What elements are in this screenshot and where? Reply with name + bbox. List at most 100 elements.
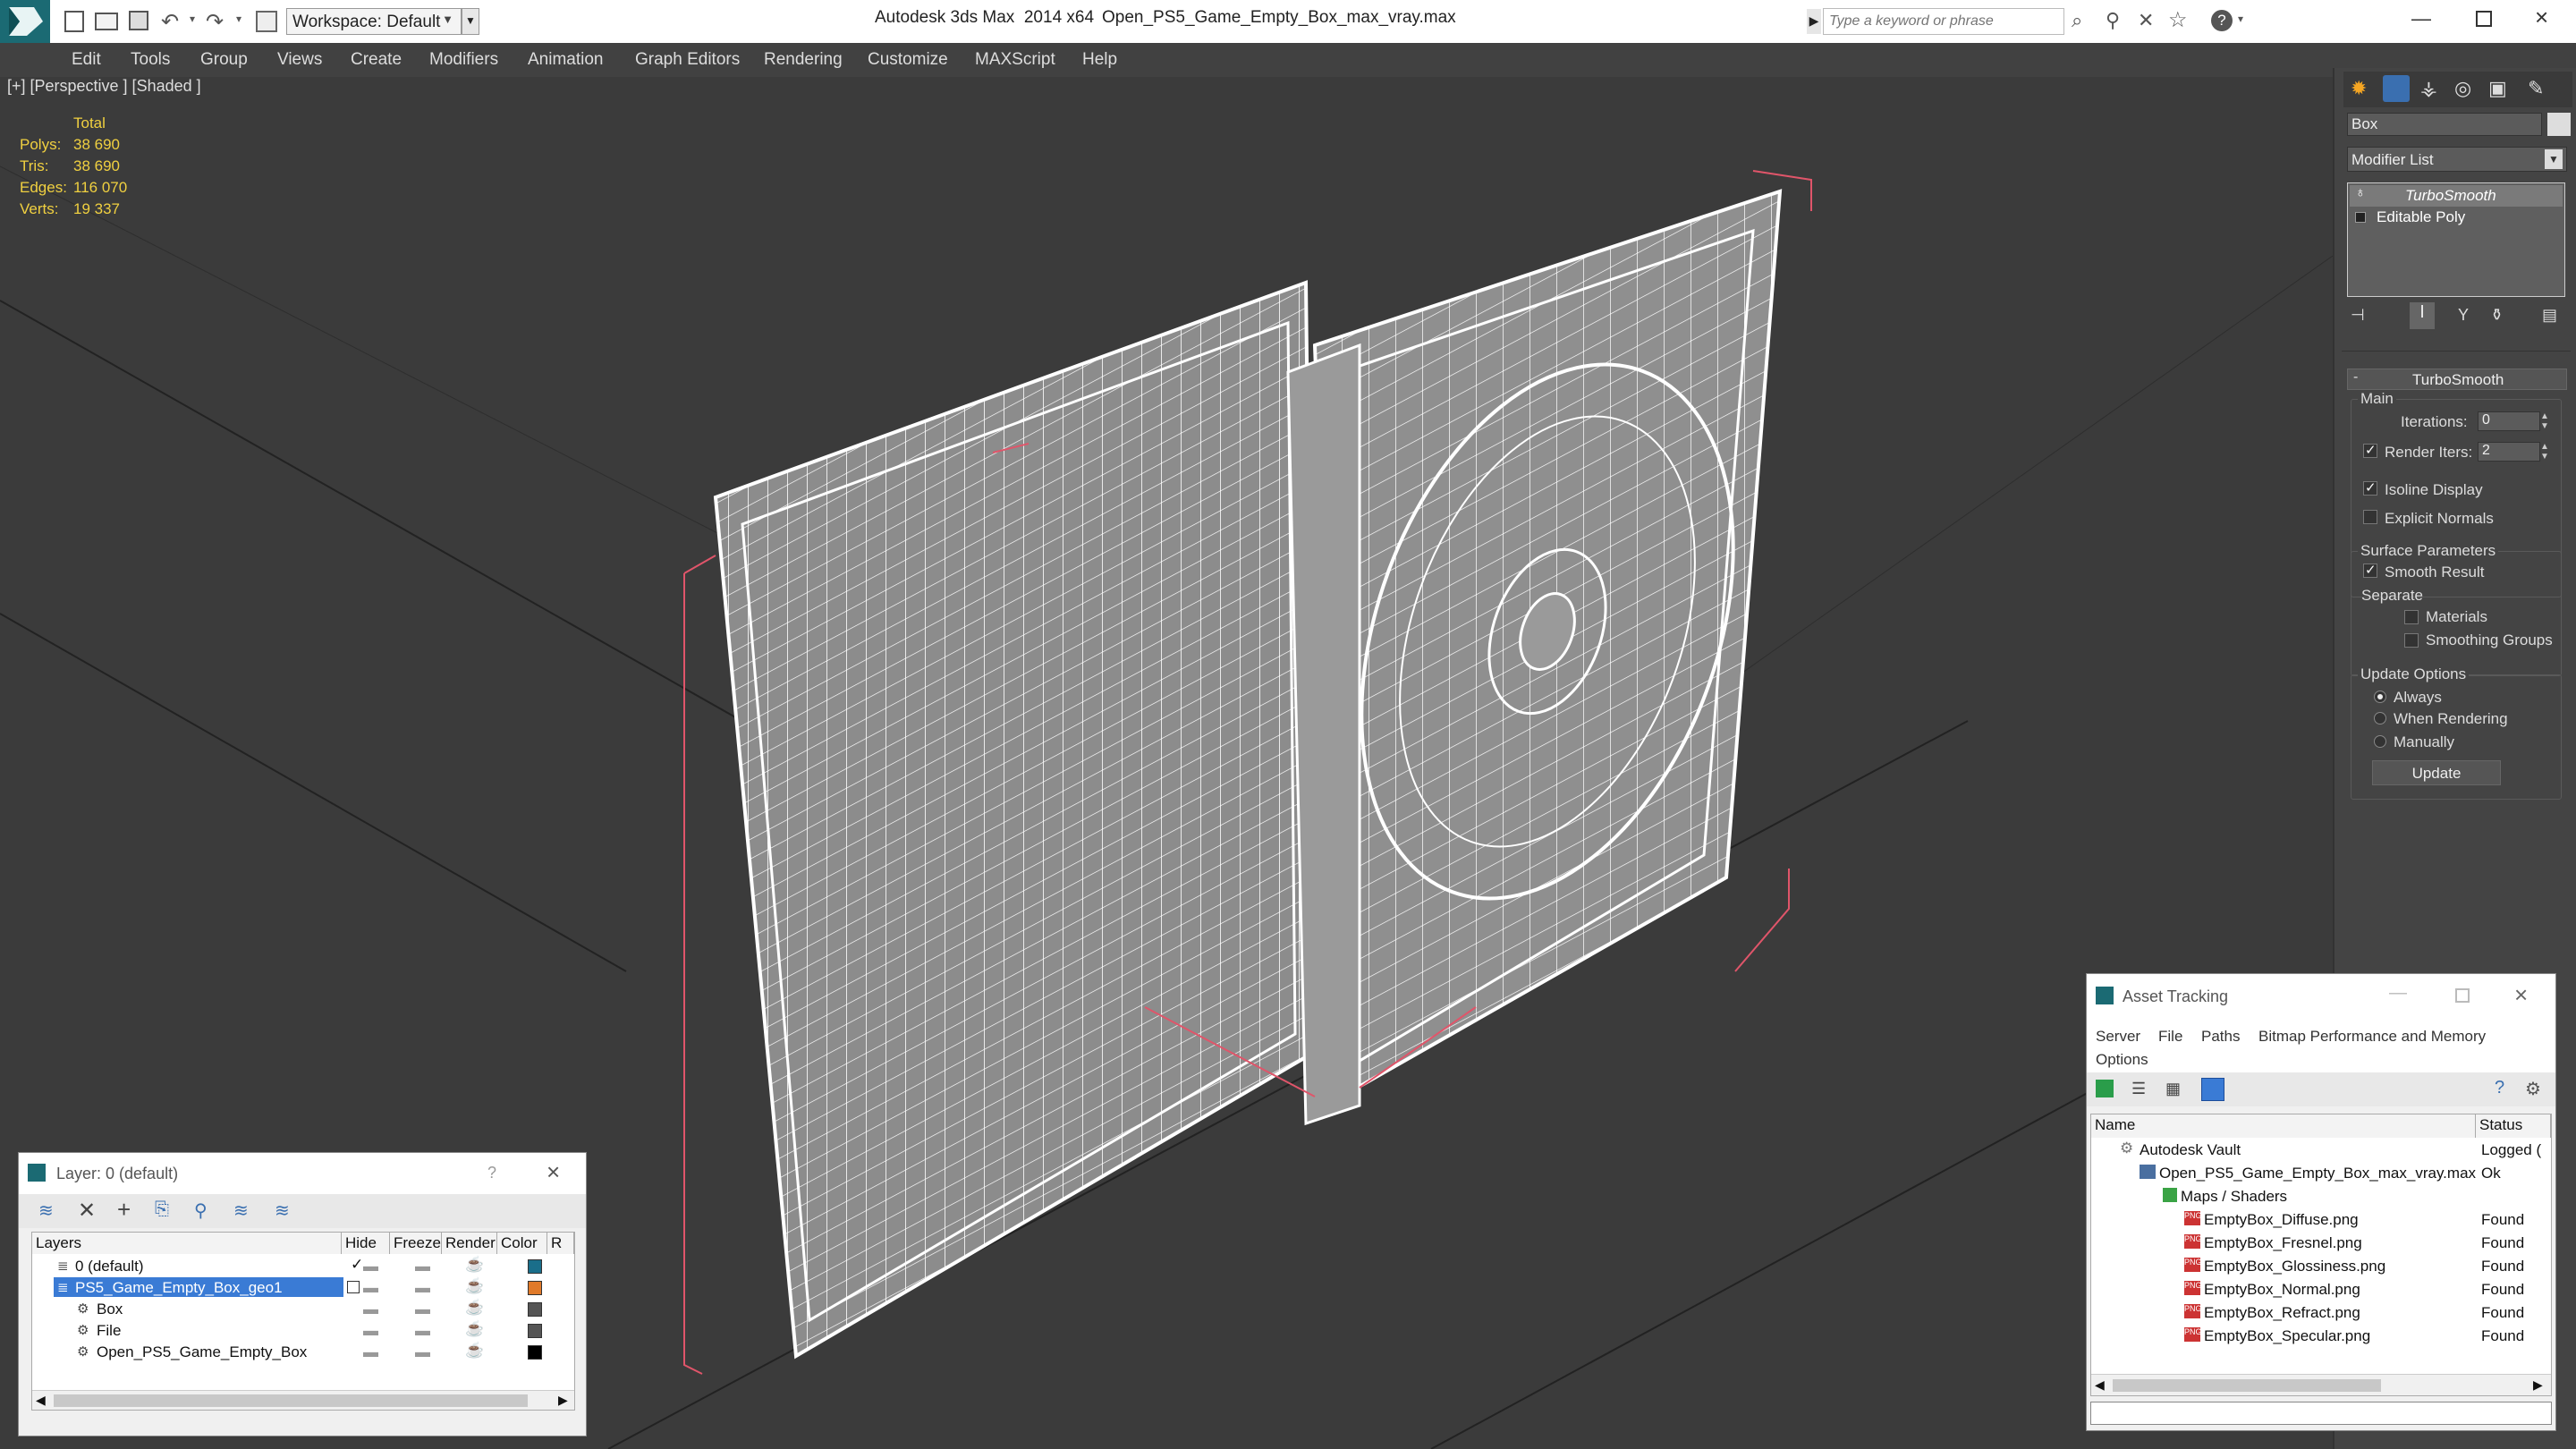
current-layer-check-icon[interactable]: ✓ [351,1256,363,1274]
layer-color-swatch[interactable] [528,1259,542,1274]
remove-modifier-icon[interactable]: ⚱ [2490,306,2504,325]
highlight-layer-icon[interactable]: ⚲ [194,1199,208,1222]
asset-row[interactable]: PNG EmptyBox_Glossiness.png Found [2091,1256,2551,1277]
help-icon[interactable]: ? [2495,1078,2504,1098]
freeze-all-icon[interactable]: ≋ [275,1199,290,1222]
menu-customize[interactable]: Customize [868,50,948,70]
asset-row[interactable]: PNG EmptyBox_Refract.png Found [2091,1302,2551,1324]
layer-row[interactable]: ⚙ Open_PS5_Game_Empty_Box ▬ ▬ ☕ [32,1342,574,1363]
scroll-thumb[interactable] [54,1394,528,1407]
hierarchy-tab-icon[interactable]: ⚶ [2420,77,2437,100]
layer-color-swatch[interactable] [528,1302,542,1317]
object-color-swatch[interactable] [2547,113,2571,136]
viewport-label[interactable]: [+] [Perspective ] [Shaded ] [7,77,201,96]
spinner-arrows-icon[interactable]: ▲ ▼ [2540,411,2553,431]
asset-path-field[interactable] [2090,1402,2552,1425]
scroll-left-icon[interactable]: ◀ [36,1393,46,1408]
asset-menu-server[interactable]: Server [2096,1028,2140,1046]
modify-tab-icon[interactable] [2383,75,2410,102]
asset-row[interactable]: PNG EmptyBox_Specular.png Found [2091,1326,2551,1347]
col-render[interactable]: Render [442,1233,497,1254]
menu-animation[interactable]: Animation [528,50,604,70]
asset-row[interactable]: Maps / Shaders [2091,1186,2551,1208]
hold-icon[interactable] [256,11,277,32]
create-layer-icon[interactable]: ≋ [38,1199,54,1222]
freeze-toggle[interactable]: ▬ [415,1279,430,1297]
communication-icon[interactable]: ✕ [2138,9,2154,32]
asset-menu-paths[interactable]: Paths [2201,1028,2240,1046]
freeze-toggle[interactable]: ▬ [415,1258,430,1275]
layer-color-swatch[interactable] [528,1281,542,1295]
show-end-result-icon[interactable]: I [2410,302,2435,329]
render-iters-spinner[interactable]: 2 [2478,442,2540,462]
object-name-field[interactable] [2347,113,2542,136]
menu-views[interactable]: Views [277,50,322,70]
create-tab-icon[interactable]: ✹ [2351,77,2367,100]
open-file-icon[interactable] [95,13,118,30]
horizontal-scrollbar[interactable]: ◀ ▶ [2091,1374,2551,1395]
materials-checkbox[interactable] [2404,610,2419,624]
layer-row[interactable]: ⚙ Box ▬ ▬ ☕ [32,1299,574,1320]
close-icon[interactable]: × [2535,4,2548,31]
layer-color-swatch[interactable] [528,1324,542,1338]
lightbulb-icon[interactable]: ♁ [2355,185,2366,201]
menu-rendering[interactable]: Rendering [764,50,843,70]
search-input[interactable] [1823,8,2064,35]
settings-icon[interactable]: ⚙ [2525,1078,2541,1100]
render-iters-checkbox[interactable]: ✓ [2363,443,2377,458]
close-icon[interactable]: × [2514,981,2528,1009]
freeze-toggle[interactable]: ▬ [415,1343,430,1361]
close-icon[interactable]: × [547,1158,560,1186]
undo-icon[interactable]: ↶ [161,9,179,35]
always-radio[interactable] [2374,691,2386,703]
hide-toggle[interactable]: ▬ [363,1279,378,1297]
menu-help[interactable]: Help [1082,50,1117,70]
hide-toggle[interactable]: ▬ [363,1343,378,1361]
col-hide[interactable]: Hide [342,1233,390,1254]
workspace-dropdown[interactable]: Workspace: Default ▼ [286,8,462,35]
workspace-options-button[interactable]: ▼ [462,8,479,35]
active-layer-box[interactable] [347,1281,360,1293]
app-logo-icon[interactable] [0,0,50,43]
scroll-left-icon[interactable]: ◀ [2095,1377,2105,1393]
add-to-layer-icon[interactable]: + [117,1196,131,1224]
scroll-thumb[interactable] [2113,1379,2381,1392]
grid-view-icon[interactable] [2201,1078,2224,1101]
smoothing-groups-checkbox[interactable] [2404,633,2419,648]
help-icon[interactable]: ? [487,1164,496,1182]
iterations-spinner[interactable]: 0 [2478,411,2540,431]
hide-toggle[interactable]: ▬ [363,1322,378,1340]
search-expand-icon[interactable]: ▶ [1807,9,1821,34]
render-teapot-icon[interactable]: ☕ [465,1256,484,1274]
expand-plus-icon[interactable] [2355,212,2366,223]
asset-row[interactable]: PNG EmptyBox_Normal.png Found [2091,1279,2551,1301]
favorites-star-icon[interactable]: ☆ [2168,7,2188,33]
list-view-icon[interactable]: ☰ [2131,1080,2146,1098]
col-name[interactable]: Name [2091,1114,2476,1138]
utilities-tab-icon[interactable]: ✎ [2528,77,2544,100]
col-color[interactable]: Color [497,1233,547,1254]
turbosmooth-rollout-header[interactable]: - TurboSmooth [2347,369,2567,390]
display-tab-icon[interactable]: ▣ [2488,77,2507,100]
asset-row[interactable]: PNG EmptyBox_Fresnel.png Found [2091,1233,2551,1254]
modifier-list-dropdown[interactable]: Modifier List ▼ [2347,147,2567,172]
minimize-icon[interactable]: — [2411,7,2431,30]
explicit-normals-checkbox[interactable] [2363,510,2377,524]
hide-all-icon[interactable]: ≋ [233,1199,249,1222]
menu-edit[interactable]: Edit [72,50,101,70]
layer-row[interactable]: ≣ 0 (default) ✓ ▬ ▬ ☕ [32,1256,574,1277]
freeze-toggle[interactable]: ▬ [415,1301,430,1318]
asset-row[interactable]: ⚙ Autodesk Vault Logged ( [2091,1140,2551,1161]
hide-toggle[interactable]: ▬ [363,1301,378,1318]
maximize-icon[interactable] [2455,988,2470,1003]
freeze-toggle[interactable]: ▬ [415,1322,430,1340]
minimize-icon[interactable]: — [2389,983,2407,1004]
select-objects-icon[interactable]: ⎘ [155,1199,169,1220]
render-teapot-icon[interactable]: ☕ [465,1320,484,1338]
scroll-right-icon[interactable]: ▶ [2533,1377,2543,1393]
render-teapot-icon[interactable]: ☕ [465,1342,484,1360]
spinner-arrows-icon[interactable]: ▲ ▼ [2540,442,2553,462]
render-teapot-icon[interactable]: ☕ [465,1299,484,1317]
maximize-icon[interactable] [2476,11,2492,27]
manually-radio[interactable] [2374,735,2386,748]
